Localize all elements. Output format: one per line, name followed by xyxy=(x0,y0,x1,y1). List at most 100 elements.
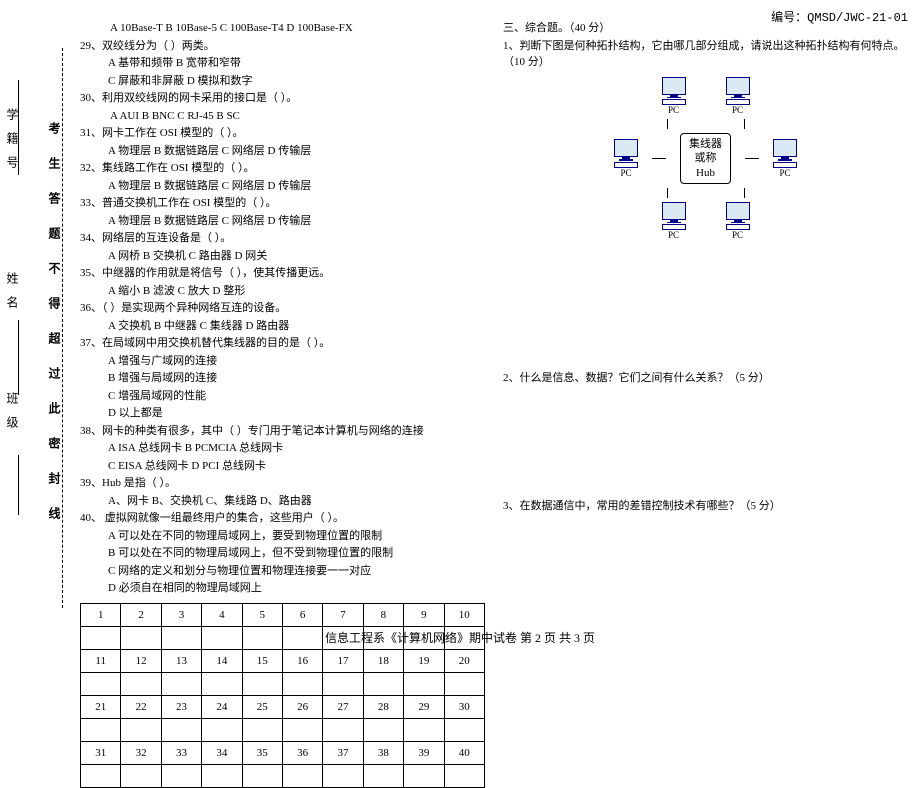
cell: 20 xyxy=(444,649,484,672)
hub-icon: 集线器 或称 Hub xyxy=(680,133,731,184)
page-footer: 信息工程系《计算机网络》期中试卷 第 2 页 共 3 页 xyxy=(0,629,920,646)
table-row: 11121314151617181920 xyxy=(81,649,485,672)
name-underline xyxy=(18,320,19,395)
seal-dashed-line xyxy=(62,48,63,608)
q29: 29、双绞线分为（ ）两类。 xyxy=(80,38,485,55)
cell: 14 xyxy=(202,649,242,672)
id-underline xyxy=(18,80,19,175)
cell: 18 xyxy=(363,649,403,672)
pc-icon: PC xyxy=(773,139,797,178)
label-name: 姓名 xyxy=(4,272,21,320)
cell: 24 xyxy=(202,695,242,718)
q40-b: B 可以处在不同的物理局域网上，但不受到物理位置的限制 xyxy=(80,545,485,562)
cell: 6 xyxy=(282,603,322,626)
cell: 5 xyxy=(242,603,282,626)
pc-icon: PC xyxy=(726,77,750,116)
binding-strip: 班级 姓名 学籍号 考 生 答 题 不 得 超 过 此 密 封 线 xyxy=(0,20,75,640)
essay-q1: 1、判断下图是何种拓扑结构，它由哪几部分组成，请说出这种拓扑结构有何特点。（10… xyxy=(503,38,908,71)
cell: 25 xyxy=(242,695,282,718)
cell: 33 xyxy=(161,741,201,764)
q37-a: A 增强与广域网的连接 xyxy=(80,353,485,370)
q33: 33、普通交换机工作在 OSI 模型的（ ）。 xyxy=(80,195,485,212)
cell: 21 xyxy=(81,695,121,718)
table-row: 12345678910 xyxy=(81,603,485,626)
pc-icon: PC xyxy=(662,202,686,241)
cell: 34 xyxy=(202,741,242,764)
cell: 19 xyxy=(404,649,444,672)
q34: 34、网络层的互连设备是（ ）。 xyxy=(80,230,485,247)
label-class: 班级 xyxy=(4,392,21,440)
q28-options: A 10Base-T B 10Base-5 C 100Base-T4 D 100… xyxy=(80,20,485,37)
cell: 9 xyxy=(404,603,444,626)
q38-b: C EISA 总线网卡 D PCI 总线网卡 xyxy=(80,458,485,475)
table-row: 21222324252627282930 xyxy=(81,695,485,718)
cell: 28 xyxy=(363,695,403,718)
cell: 23 xyxy=(161,695,201,718)
q32: 32、集线路工作在 OSI 模型的（ ）。 xyxy=(80,160,485,177)
cell: 12 xyxy=(121,649,161,672)
star-topology-diagram: PC PC PC 集线器 或称 Hub PC PC PC xyxy=(591,77,821,241)
pc-icon: PC xyxy=(662,77,686,116)
cell: 17 xyxy=(323,649,363,672)
cell: 11 xyxy=(81,649,121,672)
q31-opts: A 物理层 B 数据链路层 C 网络层 D 传输层 xyxy=(80,143,485,160)
q30: 30、利用双绞线网的网卡采用的接口是（ ）。 xyxy=(80,90,485,107)
cell: 1 xyxy=(81,603,121,626)
cell: 36 xyxy=(282,741,322,764)
cell: 16 xyxy=(282,649,322,672)
q35-opts: A 缩小 B 滤波 C 放大 D 整形 xyxy=(80,283,485,300)
q37: 37、在局域网中用交换机替代集线器的目的是（ ）。 xyxy=(80,335,485,352)
q40-c: C 网络的定义和划分与物理位置和物理连接要一一对应 xyxy=(80,563,485,580)
essay-q3: 3、在数据通信中，常用的差错控制技术有哪些？（5 分） xyxy=(503,498,908,515)
q33-opts: A 物理层 B 数据链路层 C 网络层 D 传输层 xyxy=(80,213,485,230)
cell: 2 xyxy=(121,603,161,626)
q36: 36、（ ）是实现两个异种网络互连的设备。 xyxy=(80,300,485,317)
section-3-title: 三、综合题。（40 分） xyxy=(503,20,908,37)
cell: 8 xyxy=(363,603,403,626)
q29-opt-a: A 基带和频带 B 宽带和窄带 xyxy=(80,55,485,72)
q38-a: A ISA 总线网卡 B PCMCIA 总线网卡 xyxy=(80,440,485,457)
q37-b: B 增强与局域网的连接 xyxy=(80,370,485,387)
pc-icon: PC xyxy=(614,139,638,178)
cell: 32 xyxy=(121,741,161,764)
content-columns: A 10Base-T B 10Base-5 C 100Base-T4 D 100… xyxy=(80,20,908,614)
cell: 13 xyxy=(161,649,201,672)
cell: 40 xyxy=(444,741,484,764)
q37-c: C 增强局域网的性能 xyxy=(80,388,485,405)
cell: 3 xyxy=(161,603,201,626)
cell: 37 xyxy=(323,741,363,764)
q40: 40、 虚拟网就像一组最终用户的集合，这些用户（ ）。 xyxy=(80,510,485,527)
pc-icon: PC xyxy=(726,202,750,241)
left-column: A 10Base-T B 10Base-5 C 100Base-T4 D 100… xyxy=(80,20,485,614)
cell: 15 xyxy=(242,649,282,672)
q36-opts: A 交换机 B 中继器 C 集线器 D 路由器 xyxy=(80,318,485,335)
cell: 10 xyxy=(444,603,484,626)
seal-line-text: 考 生 答 题 不 得 超 过 此 密 封 线 xyxy=(46,45,63,605)
q34-opts: A 网桥 B 交换机 C 路由器 D 网关 xyxy=(80,248,485,265)
cell: 29 xyxy=(404,695,444,718)
cell: 39 xyxy=(404,741,444,764)
q37-d: D 以上都是 xyxy=(80,405,485,422)
q40-d: D 必须自在相同的物理局域网上 xyxy=(80,580,485,597)
table-row: 31323334353637383940 xyxy=(81,741,485,764)
q31: 31、网卡工作在 OSI 模型的（ ）。 xyxy=(80,125,485,142)
cell: 22 xyxy=(121,695,161,718)
cell: 7 xyxy=(323,603,363,626)
class-underline xyxy=(18,455,19,515)
table-row xyxy=(81,672,485,695)
q39-opts: A、网卡 B、交换机 C、集线路 D、路由器 xyxy=(80,493,485,510)
cell: 31 xyxy=(81,741,121,764)
cell: 26 xyxy=(282,695,322,718)
right-column: 三、综合题。（40 分） 1、判断下图是何种拓扑结构，它由哪几部分组成，请说出这… xyxy=(503,20,908,614)
cell: 38 xyxy=(363,741,403,764)
cell: 30 xyxy=(444,695,484,718)
q35: 35、中继器的作用就是将信号（ ），使其传播更远。 xyxy=(80,265,485,282)
cell: 27 xyxy=(323,695,363,718)
essay-q2: 2、什么是信息、数据？它们之间有什么关系？（5 分） xyxy=(503,370,908,387)
q39: 39、Hub 是指（ ）。 xyxy=(80,475,485,492)
table-row xyxy=(81,764,485,787)
q38: 38、网卡的种类有很多，其中（ ）专门用于笔记本计算机与网络的连接 xyxy=(80,423,485,440)
table-row xyxy=(81,718,485,741)
q29-opt-b: C 屏蔽和非屏蔽 D 模拟和数字 xyxy=(80,73,485,90)
cell: 35 xyxy=(242,741,282,764)
